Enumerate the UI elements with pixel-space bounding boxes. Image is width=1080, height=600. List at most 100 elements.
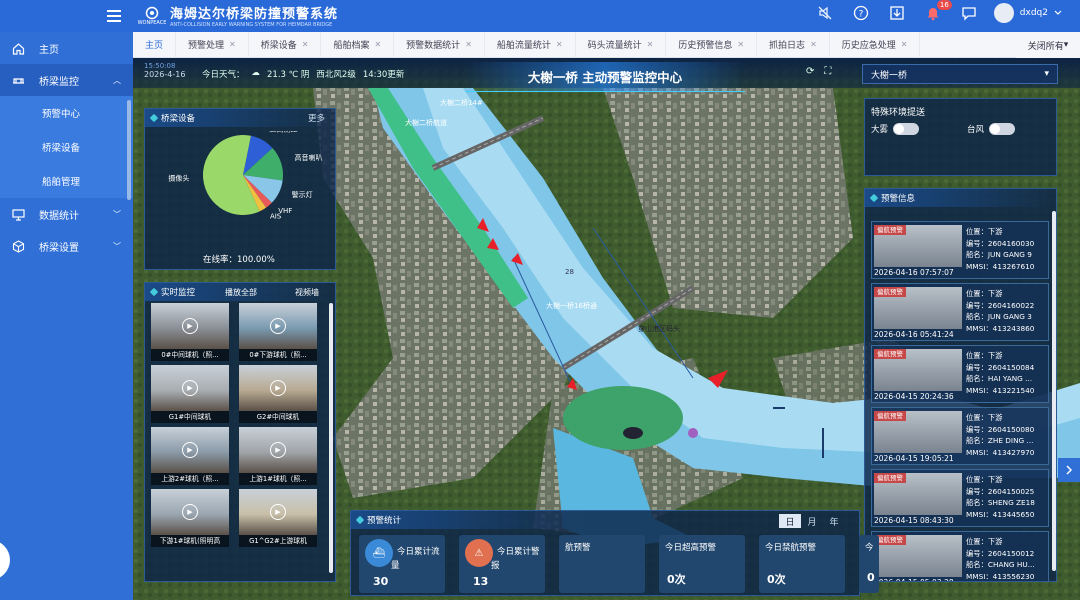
play-icon[interactable]: ▶ (270, 504, 286, 520)
camera-scrollbar[interactable] (329, 303, 333, 573)
camera-tile[interactable]: ▶ G2#中间球机 (239, 365, 317, 423)
export-button[interactable] (886, 2, 908, 24)
close-icon[interactable]: ✕ (737, 40, 744, 49)
typhoon-toggle[interactable] (989, 123, 1015, 135)
camera-name: 上游1#球机（照... (239, 473, 317, 485)
alert-time: 2026-04-16 07:57:07 (874, 268, 954, 277)
tab-item[interactable]: 预警处理 ✕ (176, 31, 249, 58)
fog-toggle[interactable] (893, 123, 919, 135)
refresh-icon[interactable]: ⟳ (806, 66, 814, 77)
menu-icon[interactable] (107, 10, 121, 22)
alert-item[interactable]: 偏航预警 2026-04-16 05:41:24 位置：下游 编号：260416002… (871, 283, 1049, 341)
play-icon[interactable]: ▶ (182, 318, 198, 334)
tab-label: 船舶档案 (333, 41, 370, 51)
alert-item[interactable]: 偏航预警2026-04-15 05:03:28位置：下游编号：260415001… (871, 531, 1049, 581)
mute-button[interactable] (814, 2, 836, 24)
close-icon[interactable]: ✕ (901, 40, 908, 49)
sidebar-toggle[interactable] (0, 0, 133, 32)
play-icon[interactable]: ▶ (182, 504, 198, 520)
collapse-panel-button[interactable] (1058, 458, 1080, 482)
fullscreen-icon[interactable]: ⛶ (824, 66, 831, 77)
stat-label: 航预警 (565, 543, 591, 553)
header-tools: ⟳ ⛶ (806, 66, 831, 77)
alerts-scrollbar[interactable] (1052, 211, 1056, 571)
alert-ship: 船名：HAI YANG ... (966, 374, 1033, 383)
sidebar-item-label: 桥梁监控 (39, 76, 79, 88)
camera-tile[interactable]: ▶ G1^G2#上游球机 (239, 489, 317, 547)
tab-item[interactable]: 历史应急处理 ✕ (830, 31, 921, 58)
bridge-select[interactable]: 大榭一桥 ▾ (862, 64, 1058, 84)
monitor-icon (12, 208, 25, 221)
camera-tile[interactable]: ▶ 下游1#球机(照明高 (151, 489, 229, 547)
camera-name: 下游1#球机(照明高 (151, 535, 229, 547)
tab-item[interactable]: 船舶流量统计 ✕ (485, 31, 576, 58)
video-wall-button[interactable]: 视频墙 (295, 287, 319, 298)
alert-ship: 船名：SHENG ZE18 (966, 498, 1035, 507)
tab-label: 抓拍日志 (769, 41, 806, 51)
alert-item[interactable]: 偏航预警 2026-04-15 20:24:36 位置：下游 编号：260415008… (871, 345, 1049, 403)
sidebar-scrollbar[interactable] (127, 100, 131, 200)
camera-tile[interactable]: ▶ 0#中间球机（照... (151, 303, 229, 361)
close-icon[interactable]: ✕ (302, 40, 309, 49)
play-all-button[interactable]: 播放全部 (225, 287, 257, 298)
close-icon[interactable]: ✕ (647, 40, 654, 49)
environment-panel: 特殊环境提送 大雾 台风 (864, 98, 1057, 176)
alert-position: 位置：下游 (966, 475, 1003, 484)
stat-card: 今日禁航预警 0次 (759, 535, 845, 593)
sidebar-item-statistics[interactable]: 数据统计 ﹀ (0, 198, 133, 230)
alert-item[interactable]: 偏航预警 2026-04-15 08:43:30 位置：下游 编号：260415002… (871, 469, 1049, 527)
close-all-tabs-button[interactable]: 关闭所有 ▾ (1016, 32, 1080, 58)
user-menu[interactable]: dxdq2 (993, 3, 1062, 23)
tab-item[interactable]: 码头流量统计 ✕ (576, 31, 667, 58)
export-icon (890, 6, 904, 20)
warning-icon: ⚠ (465, 539, 493, 567)
weather-wind: 西北风2级 (316, 70, 356, 80)
play-icon[interactable]: ▶ (182, 442, 198, 458)
period-year[interactable]: 年 (823, 514, 845, 528)
alerts-panel: 预警信息 偏航预警 2026-04-16 07:57:07 位置：下游 编号：2604… (864, 188, 1057, 582)
alert-time: 2026-04-16 05:41:24 (874, 330, 954, 339)
play-icon[interactable]: ▶ (270, 442, 286, 458)
tab-item[interactable]: 主页 (133, 31, 177, 58)
close-icon[interactable]: ✕ (556, 40, 563, 49)
camera-tile[interactable]: ▶ 上游1#球机（照... (239, 427, 317, 485)
close-icon[interactable]: ✕ (229, 40, 236, 49)
sidebar-item-bridge-settings[interactable]: 桥梁设置 ﹀ (0, 230, 133, 262)
period-month[interactable]: 月 (801, 514, 823, 528)
close-icon[interactable]: ✕ (374, 40, 381, 49)
tab-item[interactable]: 船舶档案 ✕ (321, 31, 395, 58)
camera-tile[interactable]: ▶ G1#中间球机 (151, 365, 229, 423)
play-icon[interactable]: ▶ (270, 318, 286, 334)
sidebar-item-home[interactable]: 主页 (0, 32, 133, 64)
notification-button[interactable]: 16 (922, 0, 952, 24)
close-icon[interactable]: ✕ (810, 40, 817, 49)
sidebar-subitem-warning-center[interactable]: 预警中心 (0, 96, 133, 130)
alert-position: 位置：下游 (966, 351, 1003, 360)
equipment-pie-chart: 超高测距高音喇叭警示灯VHFAIS摄像头 (168, 131, 322, 220)
panel-title: 预警统计 (367, 516, 402, 526)
avatar[interactable] (993, 3, 1014, 23)
alert-item[interactable]: 偏航预警 2026-04-16 07:57:07 位置：下游 编号：260416003… (871, 221, 1049, 279)
message-button[interactable] (958, 2, 980, 24)
period-day[interactable]: 日 (779, 514, 801, 528)
camera-name: G2#中间球机 (239, 411, 317, 423)
tab-item[interactable]: 桥梁设备 ✕ (249, 31, 322, 58)
stat-label: 今日累计警 (497, 547, 540, 557)
alert-position: 位置：下游 (966, 537, 1003, 546)
tab-item[interactable]: 抓拍日志 ✕ (757, 31, 830, 58)
alert-tag: 偏航预警 (874, 287, 906, 297)
tab-item[interactable]: 历史预警信息 ✕ (666, 31, 758, 58)
sidebar-subitem-ship-management[interactable]: 船舶管理 (0, 164, 133, 198)
play-icon[interactable]: ▶ (182, 380, 198, 396)
equipment-more-link[interactable]: 更多 (308, 112, 325, 124)
close-icon[interactable]: ✕ (465, 40, 472, 49)
help-button[interactable]: ? (850, 2, 872, 24)
play-icon[interactable]: ▶ (270, 380, 286, 396)
camera-tile[interactable]: ▶ 0#下游球机（照... (239, 303, 317, 361)
sidebar-item-bridge-monitor[interactable]: 桥梁监控 ︿ (0, 64, 133, 96)
sidebar-subitem-bridge-equipment[interactable]: 桥梁设备 (0, 130, 133, 164)
tab-item[interactable]: 预警数据统计 ✕ (394, 31, 485, 58)
tab-bar: 主页 预警处理 ✕ 桥梁设备 ✕ 船舶档案 ✕ 预警数据统计 ✕ 船舶流量统计 ✕ 码头流量统计 ✕ 历史… (133, 31, 1080, 58)
camera-tile[interactable]: ▶ 上游2#球机（照... (151, 427, 229, 485)
alert-item[interactable]: 偏航预警 2026-04-15 19:05:21 位置：下游 编号：260415008… (871, 407, 1049, 465)
